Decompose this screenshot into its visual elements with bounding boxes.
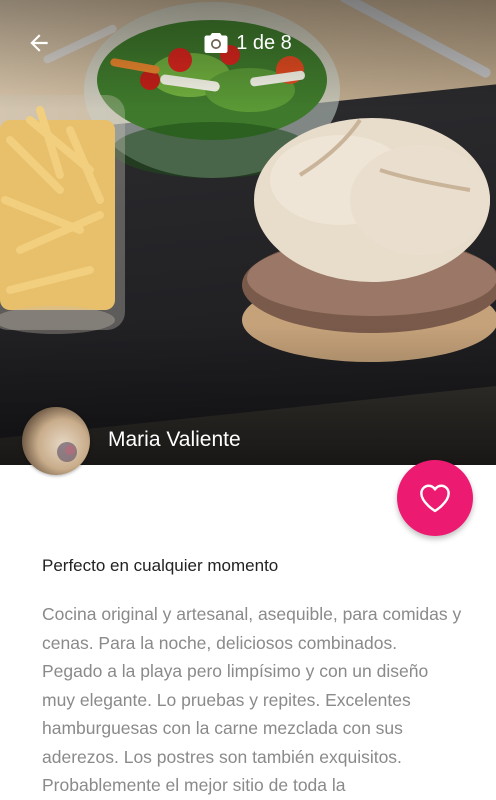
avatar[interactable] bbox=[22, 407, 90, 475]
photo-counter-text: 1 de 8 bbox=[236, 31, 292, 54]
favorite-button[interactable] bbox=[397, 460, 473, 536]
avatar-image bbox=[57, 442, 77, 462]
review-title: Perfecto en cualquier momento bbox=[42, 556, 279, 575]
owner-name[interactable]: Maria Valiente bbox=[108, 428, 241, 452]
review-body: Cocina original y artesanal, asequible, … bbox=[42, 604, 462, 795]
photo-counter: 1 de 8 bbox=[0, 28, 496, 58]
camera-icon bbox=[204, 33, 228, 53]
fries-glass bbox=[0, 95, 125, 334]
heart-icon bbox=[420, 484, 450, 513]
hero-photo[interactable]: 1 de 8 bbox=[0, 0, 496, 465]
